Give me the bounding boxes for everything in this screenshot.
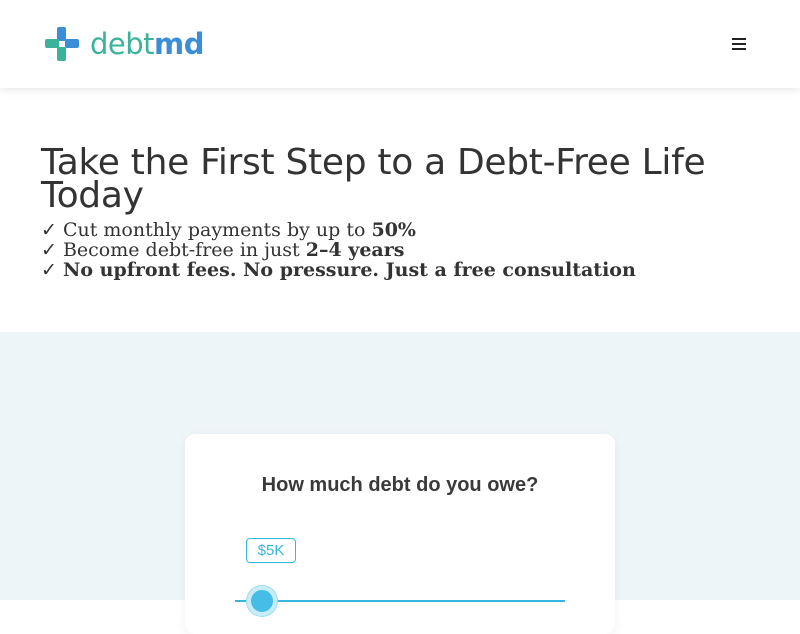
logo-wordmark-md: md	[154, 27, 205, 61]
benefit-text: ✓ Cut monthly payments by up to	[41, 219, 372, 241]
debt-calculator-card: How much debt do you owe? $5K	[185, 434, 615, 634]
debt-slider-track[interactable]	[235, 600, 565, 602]
logo-wordmark-debt: debt	[90, 27, 155, 61]
benefit-highlight: 2–4 years	[305, 239, 405, 261]
benefit-item: ✓ Cut monthly payments by up to 50%	[41, 220, 781, 240]
benefit-highlight: 50%	[371, 219, 416, 241]
debt-question: How much debt do you owe?	[261, 474, 539, 496]
menu-bar	[732, 43, 746, 45]
benefit-text: ✓ Become debt-free in just	[41, 239, 306, 261]
hamburger-menu-icon[interactable]	[728, 34, 750, 54]
benefit-item: ✓ No upfront fees. No pressure. Just a f…	[41, 260, 781, 280]
debt-amount-badge: $5K	[246, 538, 296, 563]
benefit-text: ✓	[41, 259, 63, 281]
menu-bar	[732, 38, 746, 40]
debtmd-logo[interactable]: debtmd	[44, 26, 205, 62]
benefit-item: ✓ Become debt-free in just 2–4 years	[41, 240, 781, 260]
menu-bar	[732, 48, 746, 50]
debt-slider-thumb[interactable]	[247, 586, 277, 616]
page-title: Take the First Step to a Debt-Free Life …	[41, 142, 706, 216]
logo-wordmark: debtmd	[90, 26, 205, 62]
benefits-list: ✓ Cut monthly payments by up to 50% ✓ Be…	[41, 220, 781, 280]
site-header: debtmd	[0, 0, 800, 88]
debt-calculator-section: How much debt do you owe? $5K	[0, 332, 800, 634]
logo-cross-icon	[45, 27, 79, 61]
hero-section: Take the First Step to a Debt-Free Life …	[0, 88, 800, 332]
benefit-highlight: No upfront fees. No pressure. Just a fre…	[62, 259, 636, 281]
